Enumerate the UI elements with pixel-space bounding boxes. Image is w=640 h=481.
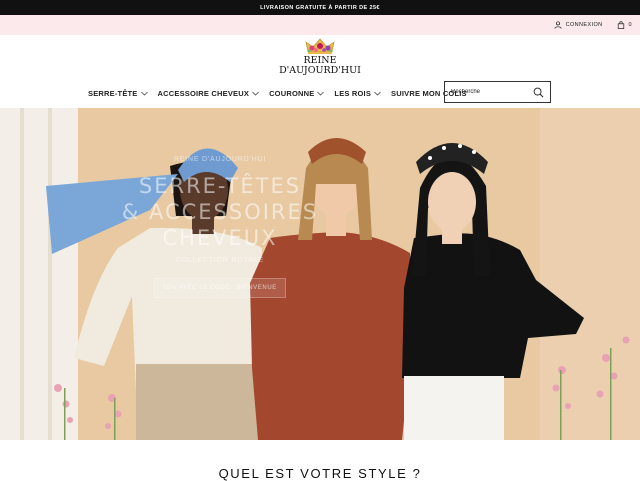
login-link[interactable]: CONNEXION [554, 21, 603, 29]
nav-item-couronne[interactable]: COURONNE [269, 88, 325, 98]
site-logo[interactable]: REINE D'AUJOURD'HUI [270, 36, 370, 80]
nav-label: ACCESSOIRE CHEVEUX [157, 88, 250, 98]
hero-title-line-1: SERRE-TÊTES [138, 174, 302, 198]
chevron-down-icon [374, 91, 381, 95]
utility-bar: CONNEXION 0 [0, 15, 640, 35]
hero-title-line-3: CHEVEUX [162, 226, 278, 250]
utility-links: CONNEXION 0 [554, 15, 632, 35]
hero-photo [0, 108, 640, 440]
search-icon[interactable] [533, 87, 544, 98]
logo-line-2: D'AUJOURD'HUI [279, 65, 361, 76]
chevron-down-icon [317, 91, 325, 95]
bag-icon [617, 21, 624, 29]
announcement-text: LIVRAISON GRATUITE À PARTIR DE 25€ [260, 4, 380, 11]
hero-cta-button[interactable]: 15% AVEC LE CODE : BIENVENUE [154, 278, 286, 298]
section-title: QUEL EST VOTRE STYLE ? [218, 466, 422, 481]
nav-item-les-rois[interactable]: LES ROIS [334, 89, 381, 98]
chevron-down-icon [252, 91, 259, 95]
nav-item-serre-tete[interactable]: SERRE-TÊTE [88, 89, 148, 98]
hero-subtitle: COLLECTION ROYALE [175, 257, 265, 264]
nav-item-accessoire-cheveux[interactable]: ACCESSOIRE CHEVEUX [158, 89, 260, 98]
search-input[interactable] [451, 89, 531, 95]
cart-count: 0 [628, 22, 632, 28]
announcement-bar: LIVRAISON GRATUITE À PARTIR DE 25€ [0, 0, 640, 15]
hero-title-line-2: & ACCESSOIRES [121, 200, 319, 224]
user-icon [554, 21, 562, 29]
hero-banner[interactable]: REINE D'AUJOURD'HUI SERRE-TÊTES & ACCESS… [0, 108, 640, 440]
cart-link[interactable]: 0 [617, 21, 632, 29]
hero-text: REINE D'AUJOURD'HUI SERRE-TÊTES & ACCESS… [120, 156, 320, 298]
chevron-down-icon [140, 91, 148, 95]
nav-label: LES ROIS [334, 88, 372, 98]
nav-label: SERRE-TÊTE [88, 88, 138, 98]
hero-title: SERRE-TÊTES & ACCESSOIRES CHEVEUX [120, 173, 320, 251]
hero-kicker: REINE D'AUJOURD'HUI [173, 156, 267, 163]
nav-label: COURONNE [269, 88, 315, 98]
login-label: CONNEXION [565, 22, 603, 28]
main-nav: SERRE-TÊTE ACCESSOIRE CHEVEUX COURONNE L… [88, 86, 467, 100]
crown-logo-icon [305, 38, 335, 54]
search-box [444, 81, 551, 103]
